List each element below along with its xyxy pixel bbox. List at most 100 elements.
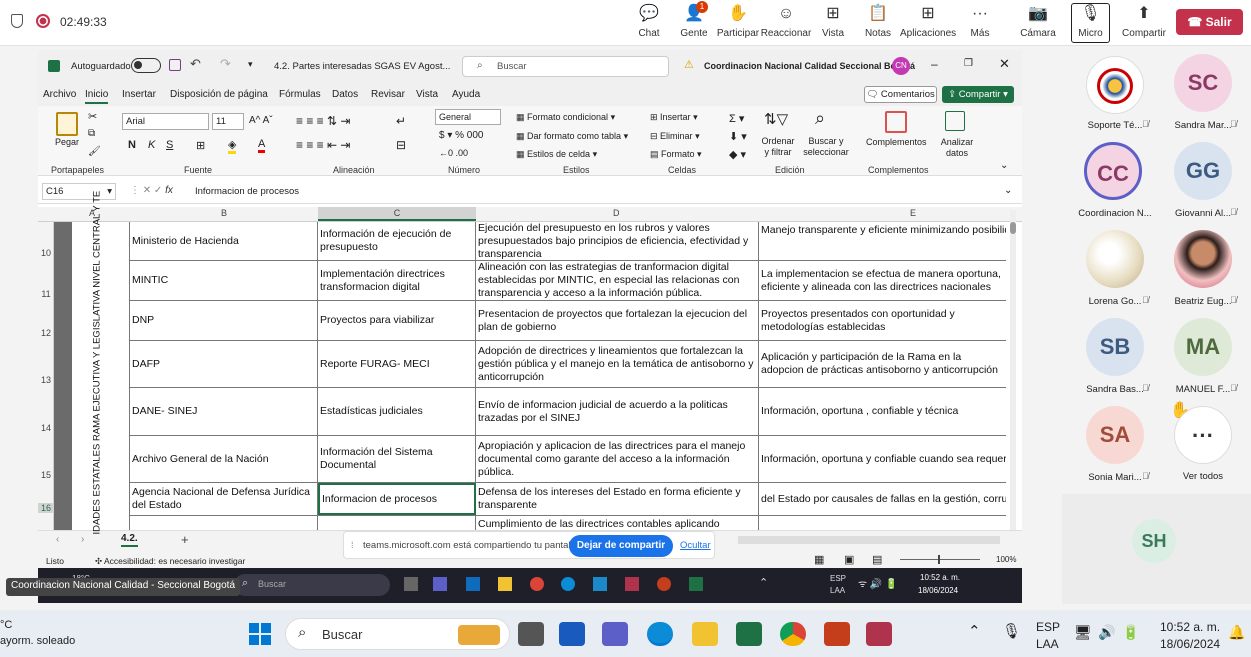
menu-datos[interactable]: Datos [332,89,358,100]
autosum-icon[interactable]: Σ ▾ [729,112,744,125]
fill-icon[interactable]: ⬇ ▾ [729,130,747,143]
cell-c[interactable]: Estadísticas judiciales [318,388,476,435]
row-header[interactable]: 11 [38,289,54,299]
merge-icon[interactable]: ⊟ [396,138,406,152]
column-e-header[interactable]: E [910,208,916,218]
paste-icon[interactable] [56,112,78,136]
participant-avatar[interactable]: SC [1174,54,1232,112]
cell-d[interactable]: Cumplimiento de las directrices contable… [476,516,759,530]
format-cells-button[interactable]: ▤ Formato ▾ [650,149,702,160]
row-header[interactable]: 16 [38,503,54,513]
battery-icon[interactable]: 🔋 [1122,624,1139,641]
stop-sharing-button[interactable]: Dejar de compartir [569,535,673,557]
column-b-header[interactable]: B [221,208,227,218]
close-icon[interactable]: ✕ [999,56,1010,72]
cell-b[interactable]: Agencia Nacional de Defensa Jurídica del… [130,483,318,515]
mic-tray-icon[interactable]: 🎙 [1002,622,1021,640]
camera-button[interactable]: 📷 Cámara [1010,4,1066,44]
table-format-button[interactable]: ▦ Dar formato como tabla ▾ [516,131,628,142]
conditional-format-button[interactable]: ▦ Formato condicional ▾ [516,112,615,123]
cell-d[interactable]: Adopción de directrices y lineamientos q… [476,341,759,387]
sheet-next-icon[interactable]: › [81,534,84,545]
menu-ayuda[interactable]: Ayuda [452,89,480,100]
leave-button[interactable]: ☎ Salir [1176,9,1243,35]
complements-icon[interactable] [885,111,907,133]
cell-d[interactable]: Presentacion de proyectos que fortalezan… [476,301,759,340]
align-top-icon[interactable]: ≡ ≡ ≡ ⇅ ⇥ [296,114,350,128]
menu-archivo[interactable]: Archivo [43,89,76,100]
excel-app-icon[interactable] [689,577,703,591]
cell-d[interactable]: Alineación con las estrategias de tranfo… [476,261,759,300]
network-icon[interactable]: 🖥 [1074,624,1092,641]
cell-b[interactable] [130,516,318,530]
vertical-scrollbar[interactable] [1010,210,1016,530]
sheet-prev-icon[interactable]: ‹ [56,534,59,545]
cell-e[interactable]: Proyectos presentados con oportunidad y … [759,301,1006,340]
row-header[interactable]: 14 [38,423,54,433]
shared-search-box[interactable]: ⌕ Buscar [234,574,390,596]
accessibility-status[interactable]: ✣ Accesibilidad: es necesario investigar [95,556,245,567]
wrap-text-icon[interactable]: ↵ [396,114,406,128]
page-layout-icon[interactable]: ▣ [844,553,854,566]
apps-button[interactable]: ⊞ Aplicaciones [900,4,956,44]
column-c-header[interactable]: C [318,207,476,221]
cell-e[interactable]: Información, oportuna , confiable y técn… [759,388,1006,435]
find-select-icon[interactable]: ⌕ [815,108,825,129]
more-button[interactable]: ··· Más [952,4,1008,44]
cell-c[interactable]: Información del Sistema Documental [318,436,476,482]
drag-handle-icon[interactable]: ⁞ [351,540,354,550]
currency-icon[interactable]: $ ▾ % 000 [439,130,484,141]
task-view-icon[interactable] [518,622,544,646]
notification-icon[interactable]: 🔔 [1228,624,1245,641]
cell-c-selected[interactable]: Informacion de procesos [318,483,476,515]
search-box[interactable]: ⌕ Buscar [462,56,669,77]
align-left-icon[interactable]: ≡ ≡ ≡ ⇤ ⇥ [296,138,350,152]
teams-icon[interactable] [602,622,628,646]
analyze-icon[interactable] [945,111,965,131]
start-icon[interactable] [249,623,271,645]
chrome-app-icon[interactable] [530,577,544,591]
copy-icon[interactable]: ⧉ [88,128,95,139]
cell-e[interactable]: Aplicación y participación de la Rama en… [759,341,1006,387]
cell-c[interactable]: Proyectos para viabilizar [318,301,476,340]
redo-icon[interactable]: ↷ [220,56,231,72]
word-icon[interactable] [559,622,585,646]
menu-insertar[interactable]: Insertar [122,89,156,100]
cell-c[interactable]: Reporte FURAG- MECI [318,341,476,387]
participant-avatar[interactable]: GG [1174,142,1232,200]
formula-expand-icon[interactable]: ⌄ [1004,185,1012,196]
row-header[interactable]: 10 [38,248,54,258]
cell-c[interactable] [318,516,476,530]
zoom-slider[interactable] [900,555,980,564]
menu-vista[interactable]: Vista [416,89,438,100]
see-all-label[interactable]: Ver todos [1160,471,1246,482]
cell-b[interactable]: Archivo General de la Nación [130,436,318,482]
cell-c[interactable]: Implementación directrices transformacio… [318,261,476,300]
add-sheet-icon[interactable]: + [181,532,189,547]
share-excel-button[interactable]: ⇪ Compartir ▾ [942,86,1014,103]
notes-button[interactable]: 📋 Notas [850,4,906,44]
participant-avatar[interactable] [1174,230,1232,288]
cell-d[interactable]: Defensa de los intereses del Estado en f… [476,483,759,515]
insert-cells-button[interactable]: ⊞ Insertar ▾ [650,112,698,123]
explorer-app-icon[interactable] [498,577,512,591]
number-format-select[interactable]: General [435,109,501,125]
sort-filter-icon[interactable]: ⇅▽ [764,110,788,128]
cell-b[interactable]: Ministerio de Hacienda [130,222,318,260]
taskbar-date[interactable]: 18/06/2024 [1160,637,1220,651]
column-d-header[interactable]: D [613,208,620,218]
borders-icon[interactable]: ⊞ [196,139,205,152]
row-header[interactable]: 12 [38,328,54,338]
cut-icon[interactable]: ✂ [88,110,97,123]
taskbar-app-icon[interactable] [404,577,418,591]
excel-icon[interactable] [736,622,762,646]
ribbon-collapse-icon[interactable]: ⌄ [1000,160,1008,171]
participant-avatar[interactable]: SB [1086,318,1144,376]
teams-app-icon[interactable] [433,577,447,591]
see-all-button[interactable]: ··· [1174,406,1232,464]
normal-view-icon[interactable]: ▦ [814,553,824,566]
font-name-select[interactable]: Arial [122,113,209,130]
edge-app-icon[interactable] [561,577,575,591]
snipping-icon[interactable] [866,622,892,646]
taskbar-search-box[interactable]: ⌕ Buscar [285,618,510,650]
